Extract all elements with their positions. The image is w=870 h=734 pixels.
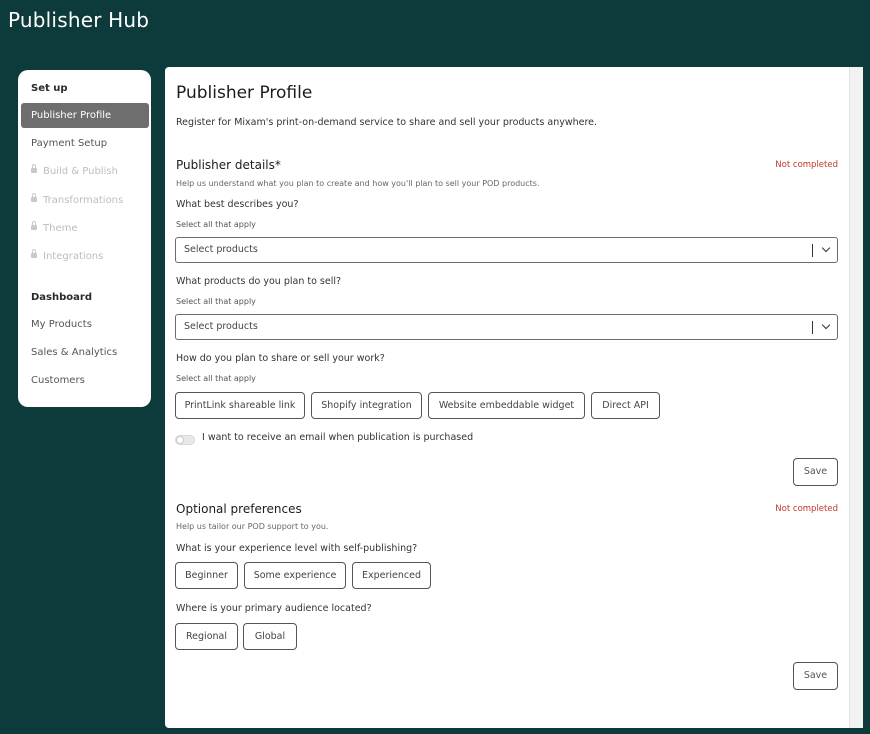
sidebar-heading-dashboard: Dashboard — [31, 292, 92, 303]
sidebar-item-publisher-profile[interactable]: Publisher Profile — [21, 103, 149, 128]
sidebar-item-label: My Products — [31, 319, 92, 330]
sidebar-item-label: Transformations — [43, 195, 124, 206]
app-title: Publisher Hub — [8, 8, 150, 32]
option-regional[interactable]: Regional — [175, 623, 238, 650]
option-some-experience[interactable]: Some experience — [244, 562, 346, 589]
select-divider — [812, 321, 813, 334]
sidebar-item-label: Customers — [31, 375, 85, 386]
select-placeholder: Select products — [184, 244, 258, 255]
option-direct-api[interactable]: Direct API — [591, 392, 660, 419]
sidebar-item-transformations: Transformations — [21, 188, 149, 213]
option-beginner[interactable]: Beginner — [175, 562, 238, 589]
toggle-label: I want to receive an email when publicat… — [202, 432, 474, 443]
section-title: Optional preferences — [176, 502, 302, 516]
option-global[interactable]: Global — [243, 623, 297, 650]
sidebar: Set up Publisher Profile Payment Setup B… — [18, 70, 151, 407]
hint-text: Select all that apply — [176, 297, 256, 306]
section-subtitle: Help us understand what you plan to crea… — [176, 179, 540, 188]
lock-icon — [31, 248, 37, 258]
email-notification-toggle[interactable] — [175, 435, 195, 445]
lock-icon — [31, 163, 37, 173]
lock-icon — [31, 192, 37, 202]
sidebar-item-theme: Theme — [21, 216, 149, 241]
save-optional-preferences-button[interactable]: Save — [793, 662, 838, 690]
option-shopify[interactable]: Shopify integration — [311, 392, 422, 419]
question-audience-location: Where is your primary audience located? — [176, 603, 372, 614]
chevron-down-icon — [821, 320, 831, 330]
sidebar-item-label: Publisher Profile — [31, 110, 112, 121]
sidebar-item-integrations: Integrations — [21, 244, 149, 269]
main-panel: Publisher Profile Register for Mixam's p… — [165, 67, 849, 728]
option-printlink[interactable]: PrintLink shareable link — [175, 392, 305, 419]
sidebar-item-sales-analytics[interactable]: Sales & Analytics — [21, 340, 149, 365]
sidebar-item-build-publish: Build & Publish — [21, 159, 149, 184]
sidebar-item-payment-setup[interactable]: Payment Setup — [21, 131, 149, 156]
question-products-to-sell: What products do you plan to sell? — [176, 276, 342, 287]
page-intro: Register for Mixam's print-on-demand ser… — [176, 117, 598, 128]
sidebar-item-label: Sales & Analytics — [31, 347, 118, 358]
hint-text: Select all that apply — [176, 374, 256, 383]
describes-you-select[interactable]: Select products — [175, 237, 838, 263]
sidebar-item-label: Build & Publish — [43, 166, 118, 177]
save-publisher-details-button[interactable]: Save — [793, 458, 838, 486]
option-experienced[interactable]: Experienced — [352, 562, 431, 589]
chevron-down-icon — [821, 243, 831, 253]
sidebar-item-label: Integrations — [43, 251, 104, 262]
sidebar-item-customers[interactable]: Customers — [21, 368, 149, 393]
option-website-widget[interactable]: Website embeddable widget — [428, 392, 585, 419]
lock-icon — [31, 220, 37, 230]
question-experience-level: What is your experience level with self-… — [176, 543, 418, 554]
select-placeholder: Select products — [184, 321, 258, 332]
section-subtitle: Help us tailor our POD support to you. — [176, 522, 329, 531]
status-badge: Not completed — [775, 504, 838, 514]
hint-text: Select all that apply — [176, 220, 256, 229]
question-describes-you: What best describes you? — [176, 199, 299, 210]
sidebar-heading-setup: Set up — [31, 83, 68, 94]
sidebar-item-my-products[interactable]: My Products — [21, 312, 149, 337]
scrollbar[interactable] — [849, 67, 863, 728]
products-select[interactable]: Select products — [175, 314, 838, 340]
sidebar-item-label: Payment Setup — [31, 138, 108, 149]
select-divider — [812, 244, 813, 257]
sidebar-item-label: Theme — [43, 223, 78, 234]
page-title: Publisher Profile — [176, 83, 313, 103]
toggle-knob — [176, 436, 184, 444]
status-badge: Not completed — [775, 160, 838, 170]
section-title: Publisher details* — [176, 158, 281, 172]
question-share-sell: How do you plan to share or sell your wo… — [176, 353, 385, 364]
